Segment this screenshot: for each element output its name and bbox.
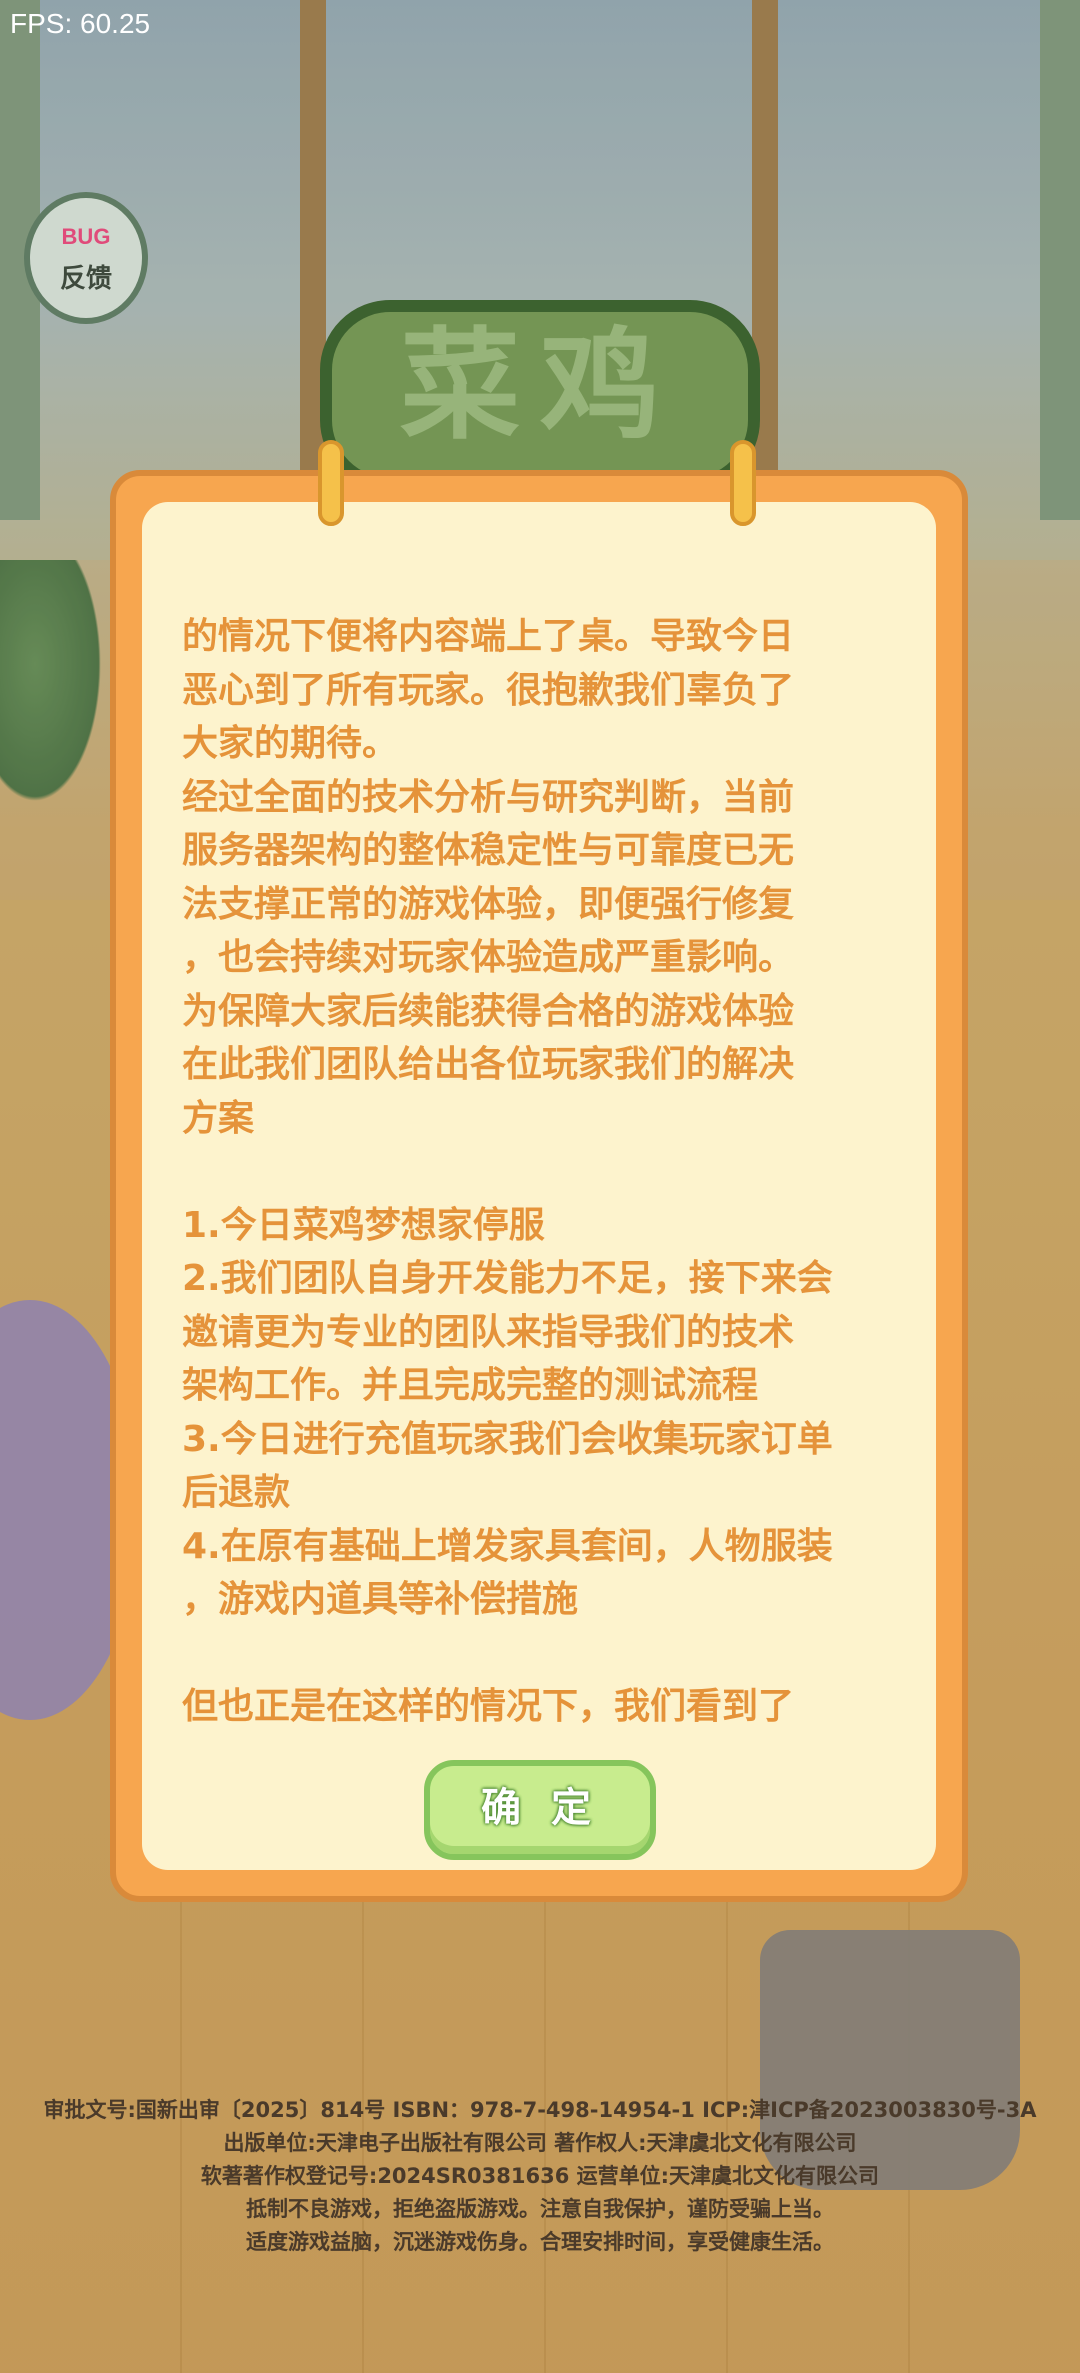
game-screen: 菜鸡 FPS: 60.25 BUG 反馈 的情况下便将内容端上了桌。导致今日 恶心… (0, 0, 1080, 2373)
dialog-clip-right (730, 440, 756, 526)
announcement-line: 为保障大家后续能获得合格的游戏体验 (182, 990, 795, 1032)
announcement-line: 邀请更为专业的团队来指导我们的技术 (182, 1311, 795, 1353)
confirm-button-label: 确 定 (481, 1785, 599, 1831)
confirm-button[interactable]: 确 定 (424, 1760, 656, 1860)
footer-health-line: 适度游戏益脑，沉迷游戏伤身。合理安排时间，享受健康生活。 (246, 2230, 834, 2254)
footer-approval-line: 审批文号:国新出审〔2025〕814号 ISBN：978-7-498-14954… (43, 2098, 1037, 2122)
announcement-line: 2.我们团队自身开发能力不足，接下来会 (182, 1258, 833, 1299)
announcement-line: 但也正是在这样的情况下，我们看到了 (182, 1686, 795, 1727)
announcement-line: 法支撑正常的游戏体验，即便强行修复 (182, 883, 795, 925)
footer-copyright-line: 软著著作权登记号:2024SR0381636 运营单位:天津虞北文化有限公司 (200, 2164, 880, 2188)
announcement-line (182, 1627, 906, 1681)
announcement-line: 恶心到了所有玩家。很抱歉我们辜负了 (182, 669, 795, 711)
announcement-line: 架构工作。并且完成完整的测试流程 (182, 1365, 759, 1406)
bug-icon: BUG (61, 224, 111, 249)
fps-counter: FPS: 60.25 (10, 8, 151, 39)
announcement-line: 方案 (182, 1097, 255, 1139)
announcement-line: ，游戏内道具等补偿措施 (182, 1579, 579, 1620)
announcement-line: 4.在原有基础上增发家具套间，人物服装 (182, 1525, 833, 1567)
feedback-label: 反馈 (59, 264, 112, 294)
footer-publisher-line: 出版单位:天津电子出版社有限公司 著作权人:天津虞北文化有限公司 (223, 2131, 857, 2155)
legal-footer: 审批文号:国新出审〔2025〕814号 ISBN：978-7-498-14954… (0, 2094, 1080, 2259)
announcement-line: 3.今日进行充值玩家我们会收集玩家订单 (182, 1418, 833, 1460)
announcement-line: 在此我们团队给出各位玩家我们的解决 (182, 1044, 795, 1085)
announcement-line: 1.今日菜鸡梦想家停服 (182, 1204, 545, 1246)
announcement-line: 经过全面的技术分析与研究判断，当前 (182, 776, 795, 818)
announcement-line: ，也会持续对玩家体验造成严重影响。 (182, 937, 795, 978)
announcement-line (182, 1145, 906, 1199)
announcement-line: 大家的期待。 (182, 723, 399, 764)
footer-warning-line: 抵制不良游戏，拒绝盗版游戏。注意自我保护，谨防受骗上当。 (246, 2197, 834, 2221)
announcement-line: 的情况下便将内容端上了桌。导致今日 (182, 616, 795, 657)
announcement-line: 服务器架构的整体稳定性与可靠度已无 (182, 830, 795, 871)
announcement-text[interactable]: 的情况下便将内容端上了桌。导致今日 恶心到了所有玩家。很抱歉我们辜负了 大家的期待。… (182, 610, 906, 1730)
dialog-clip-left (318, 440, 344, 526)
announcement-line: 后退款 (182, 1472, 291, 1513)
bug-feedback-button[interactable]: BUG 反馈 (24, 192, 148, 324)
